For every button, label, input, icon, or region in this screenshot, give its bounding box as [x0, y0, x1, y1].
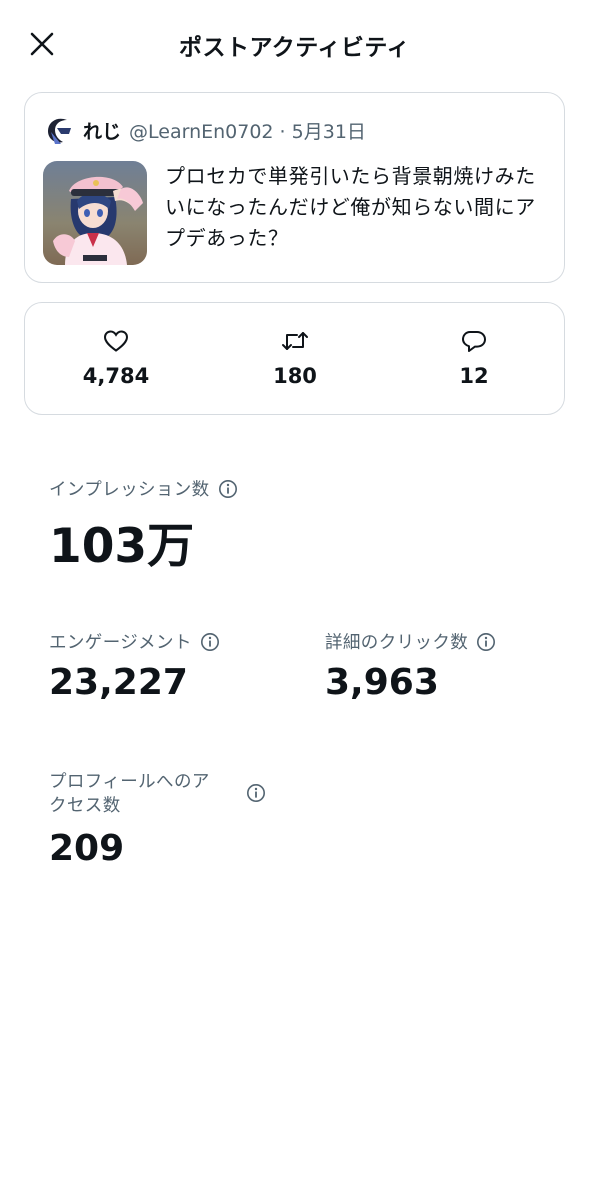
tweet-card[interactable]: れじ @LearnEn0702 · 5月31日 プロセカで単発引いたら背景朝焼け… — [24, 92, 565, 283]
tweet-header: れじ @LearnEn0702 · 5月31日 — [43, 114, 366, 146]
impressions-value: 103万 — [49, 519, 195, 574]
detail-clicks-value: 3,963 — [325, 662, 439, 703]
author-handle-date: @LearnEn0702 · 5月31日 — [129, 120, 366, 143]
engagement-summary-card: 4,784 180 12 — [24, 302, 565, 415]
info-icon[interactable] — [246, 783, 266, 803]
heart-icon — [103, 330, 129, 352]
header: ポストアクティビティ — [0, 0, 589, 90]
impressions-metric: インプレッション数 103万 — [49, 476, 238, 576]
engagement-value: 23,227 — [49, 662, 188, 703]
author-avatar-image — [43, 114, 75, 146]
likes-count: 4,784 — [82, 364, 150, 388]
anime-character-image — [43, 161, 147, 265]
profile-visits-value: 209 — [49, 828, 125, 869]
replies-count: 12 — [459, 364, 489, 388]
page-title: ポストアクティビティ — [178, 35, 411, 61]
engagement-metric: エンゲージメント 23,227 — [49, 629, 220, 703]
reply-icon — [462, 331, 486, 352]
repost-icon — [282, 332, 308, 350]
info-icon[interactable] — [218, 479, 238, 499]
detail-clicks-metric: 詳細のクリック数 3,963 — [325, 629, 496, 703]
engagement-label: エンゲージメント — [49, 633, 192, 653]
detail-clicks-label: 詳細のクリック数 — [325, 633, 469, 653]
profile-visits-metric: プロフィールへのア クセス数 209 — [49, 770, 279, 869]
post-activity-screen: ポストアクティビティ れじ @LearnEn0702 · 5月31日 プロセカで… — [0, 0, 589, 1199]
info-icon[interactable] — [476, 632, 496, 652]
impressions-label: インプレッション数 — [49, 480, 210, 500]
author-avatar[interactable] — [43, 114, 75, 146]
reposts-stat[interactable]: 180 — [235, 328, 355, 388]
author-name[interactable]: れじ — [83, 117, 121, 144]
likes-stat[interactable]: 4,784 — [56, 328, 176, 388]
replies-stat[interactable]: 12 — [414, 328, 534, 388]
info-icon[interactable] — [200, 632, 220, 652]
reposts-count: 180 — [273, 364, 317, 388]
tweet-text: プロセカで単発引いたら背景朝焼けみたいになったんだけど俺が知らない間にアプデあっ… — [165, 164, 536, 250]
profile-visits-label: プロフィールへのア クセス数 — [49, 772, 210, 816]
tweet-image[interactable] — [43, 161, 147, 265]
